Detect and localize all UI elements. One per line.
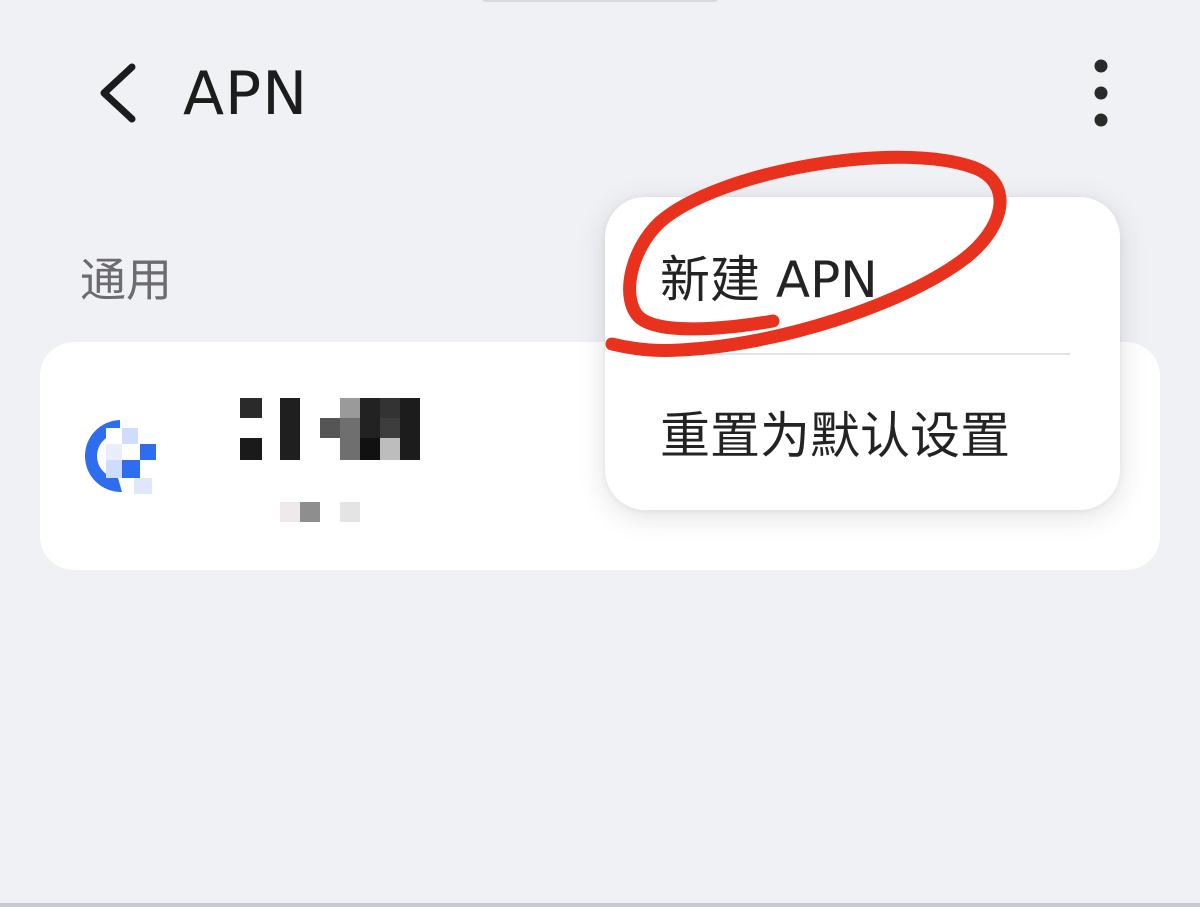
chevron-left-icon: [96, 61, 140, 129]
menu-item-new-apn[interactable]: 新建 APN: [605, 201, 1120, 351]
carrier-logo-icon: [82, 418, 162, 498]
device-notch-edge: [480, 0, 720, 2]
apn-settings-screen: APN 通用 新建 APN 重置为默认设置: [0, 0, 1200, 907]
overflow-menu: 新建 APN 重置为默认设置: [605, 197, 1120, 510]
menu-item-label: 重置为默认设置: [660, 407, 1010, 465]
menu-item-reset-defaults[interactable]: 重置为默认设置: [605, 357, 1120, 507]
back-button[interactable]: [78, 50, 158, 140]
bottom-edge: [0, 903, 1200, 907]
app-bar: APN: [0, 40, 1200, 150]
more-vertical-icon: [1091, 58, 1111, 132]
apn-name-redacted: [240, 398, 470, 460]
menu-divider: [660, 353, 1070, 355]
section-header-general: 通用: [80, 253, 172, 307]
apn-subtitle-redacted: [280, 502, 360, 522]
page-title: APN: [183, 59, 309, 129]
menu-item-label: 新建 APN: [660, 251, 878, 309]
more-options-button[interactable]: [1070, 52, 1132, 138]
